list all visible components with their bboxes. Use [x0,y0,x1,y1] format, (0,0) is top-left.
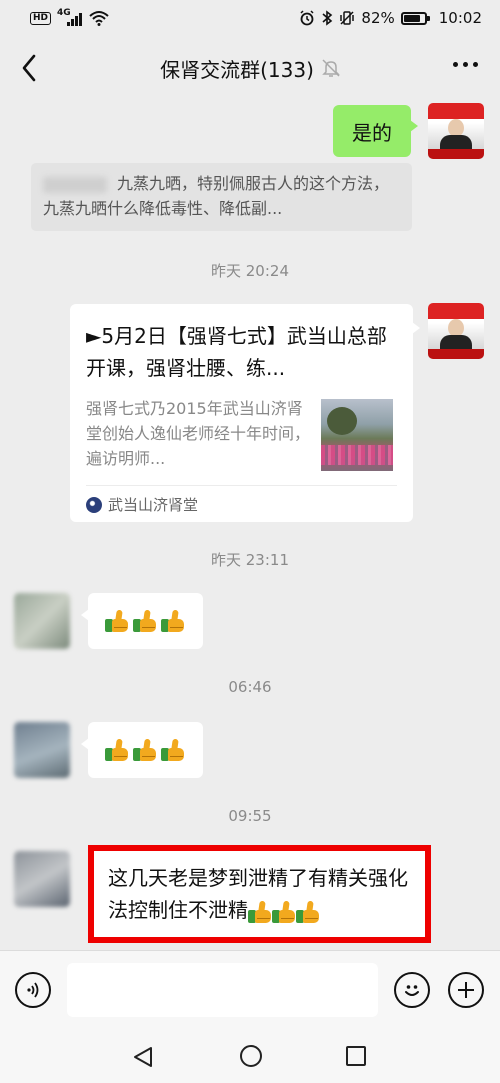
card-description: 强肾七式乃2015年武当山济肾堂创始人逸仙老师经十年时间，遍访明师... [86,399,311,468]
chat-area[interactable]: 是的 九蒸九晒，特别佩服古人的这个方法，九蒸九晒什么降低毒性、降低副... 昨天… [0,100,500,950]
source-logo-icon [86,496,102,513]
battery-icon [400,11,430,25]
status-bar: HD 4G 82% 10:02 [0,0,500,36]
message-input[interactable] [67,963,378,1017]
source-name: 武当山济肾堂 [108,496,199,514]
plus-icon[interactable] [448,972,484,1008]
status-left: HD 4G [30,8,109,26]
thumbs-message-bubble[interactable] [81,593,203,649]
hd-badge: HD [30,11,52,25]
card-source: 武当山济肾堂 [86,485,397,515]
card-body: 强肾七式乃2015年武当山济肾堂创始人逸仙老师经十年时间，遍访明师... [86,396,397,471]
self-avatar[interactable] [428,103,484,159]
thumbs-up-icon [248,900,272,924]
nav-recent-icon[interactable] [346,1046,366,1066]
more-icon[interactable] [453,62,478,67]
timestamp: 09:55 [228,807,272,825]
nav-back-icon[interactable] [132,1045,154,1069]
bluetooth-icon [322,10,333,26]
quoted-message[interactable]: 九蒸九晒，特别佩服古人的这个方法，九蒸九晒什么降低毒性、降低副... [31,163,412,231]
member-avatar[interactable] [14,593,70,649]
thumbs-up-icon [296,900,320,924]
quoted-sender-name [43,176,107,193]
status-right: 82% 10:02 [299,9,482,27]
battery-fill [403,14,421,22]
highlighted-message-bubble[interactable]: 这几天老是梦到泄精了有精关强化法控制住不泄精 [88,845,431,943]
self-message-text: 是的 [352,120,392,145]
voice-icon[interactable] [15,972,51,1008]
card-title: ►5月2日【强肾七式】武当山总部开课，强肾壮腰、练... [86,324,387,380]
input-bar [0,950,500,1030]
timestamp: 06:46 [228,678,272,696]
wifi-icon [89,11,109,26]
clock: 10:02 [438,9,482,27]
system-nav-bar [0,1030,500,1083]
thumbs-up-icon [272,900,296,924]
chat-title-wrap: 保肾交流群(133) [160,54,340,83]
member-avatar[interactable] [14,851,70,907]
nav-home-icon[interactable] [240,1045,262,1067]
member-avatar[interactable] [14,722,70,778]
timestamp: 昨天 20:24 [211,262,289,280]
timestamp: 昨天 23:11 [211,551,289,569]
chat-title: 保肾交流群(133) [160,57,314,82]
alarm-icon [300,10,314,26]
thumbs-up-icon [132,738,159,762]
back-arrow-icon[interactable] [14,50,50,86]
signal-icon: 4G [57,8,83,26]
chat-header: 保肾交流群(133) [0,36,500,100]
vibrate-icon [340,11,355,25]
card-thumbnail [321,399,393,471]
battery-percent: 82% [361,9,395,27]
self-avatar[interactable] [428,303,484,359]
emoji-icon[interactable] [394,972,430,1008]
link-card[interactable]: ►5月2日【强肾七式】武当山总部开课，强肾壮腰、练... 强肾七式乃2015年武… [70,304,420,522]
mute-bell-icon [322,59,340,77]
thumbs-message-bubble[interactable] [81,722,203,778]
thumbs-up-icon [104,738,131,762]
thumbs-up-icon [160,738,187,762]
thumbs-up-icon [104,609,131,633]
self-message-bubble[interactable]: 是的 [333,105,418,157]
thumbs-up-icon [160,609,187,633]
thumbs-up-icon [132,609,159,633]
